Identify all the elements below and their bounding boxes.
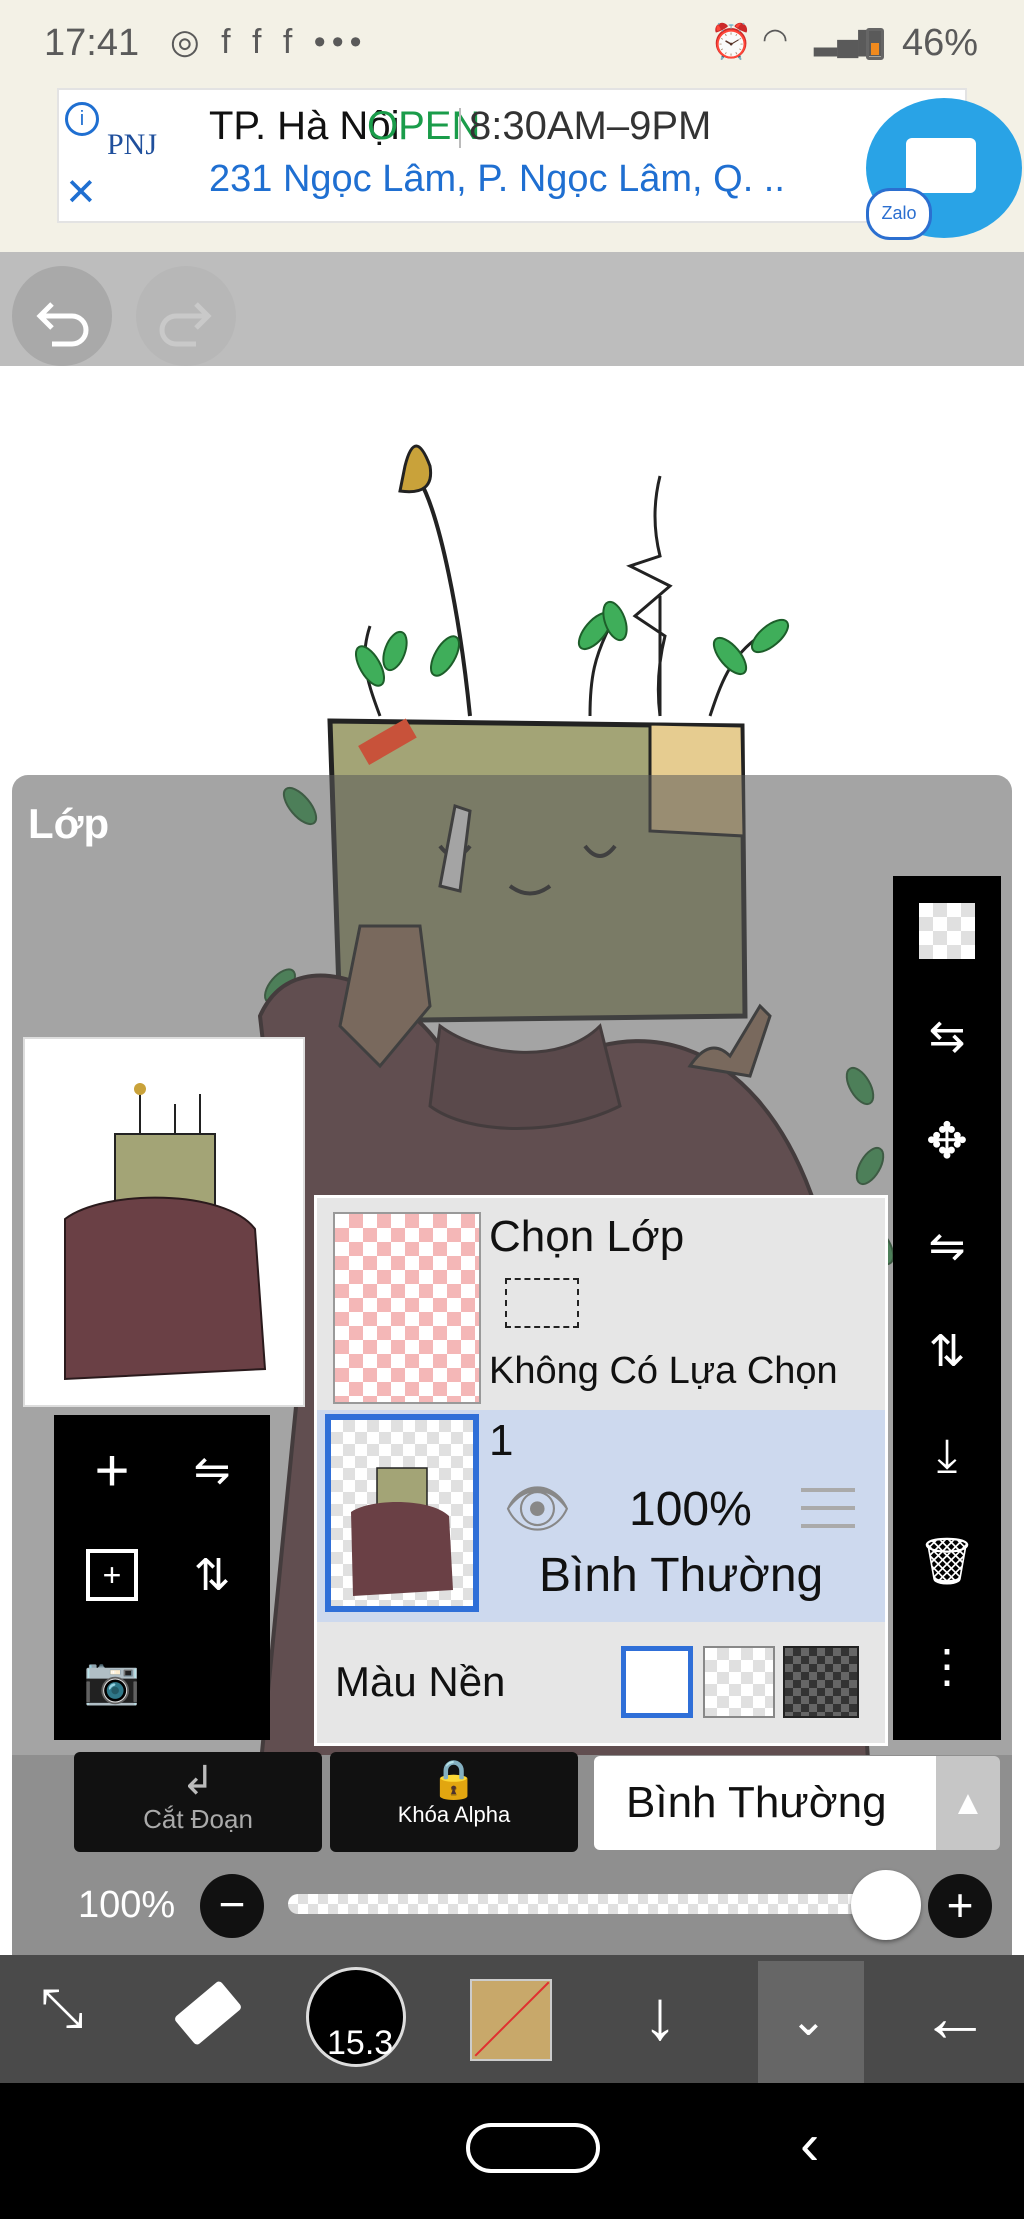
brand-logo: PNJ	[107, 128, 158, 161]
swap-icon[interactable]: ⇆	[893, 986, 1001, 1086]
opacity-label: 100%	[78, 1884, 176, 1926]
app-icon	[906, 138, 976, 193]
clock: 17:41	[44, 22, 140, 64]
undo-icon	[36, 302, 89, 347]
back-button[interactable]: ‹	[800, 2111, 819, 2178]
clip-button[interactable]: ↲ Cắt Đoạn	[74, 1752, 322, 1852]
bg-transparent-option[interactable]	[703, 1646, 775, 1718]
layer-toggle-button[interactable]: ⌄	[758, 1961, 864, 2083]
redo-icon	[159, 302, 212, 347]
zalo-bubble[interactable]: Zalo	[866, 98, 1022, 240]
transparency-icon[interactable]	[893, 881, 1001, 981]
selection-icon	[505, 1278, 579, 1328]
bg-dark-option[interactable]	[783, 1646, 859, 1718]
opacity-slider[interactable]	[288, 1894, 886, 1914]
blend-mode-value: Bình Thường	[626, 1778, 887, 1827]
battery-icon	[866, 28, 884, 60]
opacity-decrease-button[interactable]: −	[200, 1874, 264, 1938]
zalo-badge: Zalo	[866, 188, 932, 240]
duplicate-icon: +	[86, 1549, 138, 1601]
flip-vertical-icon[interactable]: ⇅	[893, 1301, 1001, 1401]
layer-thumbnail	[325, 1414, 479, 1612]
flip-layer-button[interactable]: ⇋	[162, 1420, 262, 1520]
system-nav-bar: ‹	[0, 2083, 1024, 2219]
ad-status: OPEN	[367, 104, 481, 148]
alarm-icon: ⏰	[710, 23, 753, 61]
add-layer-button[interactable]: +	[62, 1420, 162, 1520]
top-toolbar	[0, 252, 1024, 366]
alpha-lock-button[interactable]: 🔒 Khóa Alpha	[330, 1752, 578, 1852]
ad-address[interactable]: 231 Ngọc Lâm, P. Ngọc Lâm, Q. ..	[209, 158, 785, 201]
status-bar: 17:41 ◎ f f f ••• ⏰ ◠ ▂▄▆ 46%	[0, 0, 1024, 88]
camera-icon[interactable]: 📷	[62, 1630, 162, 1730]
opacity-increase-button[interactable]: +	[928, 1874, 992, 1938]
wifi-icon: ◠	[762, 23, 789, 56]
arrow-down-icon[interactable]: ↓	[620, 1975, 700, 2065]
layer-actions: + ⇋ + ⇅ 📷	[54, 1415, 270, 1740]
duplicate-layer-button[interactable]: +	[62, 1525, 162, 1625]
move-icon[interactable]: ✥	[893, 1091, 1001, 1191]
background-label: Màu Nền	[335, 1658, 506, 1705]
flip-horizontal-icon[interactable]: ⇋	[893, 1196, 1001, 1296]
info-icon[interactable]: i	[65, 102, 99, 136]
blend-dropdown-button[interactable]: ▲	[936, 1756, 1000, 1850]
battery-percent: 46%	[902, 22, 979, 64]
brush-size-value: 15.3	[327, 2024, 394, 2062]
chevron-double-down-icon: ⌄	[790, 1996, 827, 2045]
back-arrow-icon[interactable]: ←	[910, 1977, 1000, 2067]
clip-label: Cắt Đoạn	[143, 1804, 253, 1834]
panel-title: Lớp	[28, 800, 110, 847]
drag-handle-icon[interactable]	[801, 1488, 855, 1528]
trash-icon[interactable]: 🗑	[893, 1511, 1001, 1611]
more-icon[interactable]: ⋮	[893, 1616, 1001, 1716]
clip-icon: ↲	[181, 1759, 215, 1803]
bg-white-option[interactable]	[621, 1646, 693, 1718]
layer-tools: ⇆ ✥ ⇋ ⇅ ⤓ 🗑 ⋮	[893, 876, 1001, 1740]
divider	[459, 108, 461, 148]
opacity-slider-thumb[interactable]	[851, 1870, 921, 1940]
canvas-preview[interactable]	[23, 1037, 305, 1407]
preview-art	[64, 1083, 267, 1381]
eraser-icon[interactable]	[168, 1979, 252, 2055]
background-row: Màu Nền	[317, 1626, 885, 1736]
color-swatch[interactable]	[470, 1979, 552, 2061]
brush-size-button[interactable]: 15.3	[306, 1967, 406, 2067]
merge-down-icon[interactable]: ⤓	[893, 1406, 1001, 1506]
ad-hours: 8:30AM–9PM	[469, 104, 712, 148]
ad-banner[interactable]: i ✕ PNJ TP. Hà Nội OPEN 8:30AM–9PM 231 N…	[57, 88, 967, 223]
close-icon[interactable]: ✕	[65, 170, 97, 215]
selection-title: Chọn Lớp	[489, 1212, 685, 1261]
bottom-toolbar: ⤡ 15.3 ↓ ⌄ ←	[0, 1955, 1024, 2083]
blend-mode-select[interactable]: Bình Thường	[594, 1756, 936, 1850]
undo-button[interactable]	[12, 266, 112, 366]
layer-name: 1	[489, 1416, 514, 1465]
layer-blend-mode: Bình Thường	[539, 1549, 824, 1602]
selection-thumbnail	[333, 1212, 481, 1404]
selection-subtitle: Không Có Lựa Chọn	[489, 1350, 838, 1392]
layer-row[interactable]: 1 👁 100% Bình Thường	[317, 1410, 885, 1622]
eye-icon[interactable]: 👁	[503, 1478, 572, 1541]
home-button[interactable]	[466, 2123, 600, 2173]
alpha-lock-label: Khóa Alpha	[397, 1802, 511, 1827]
layer-art	[351, 1467, 453, 1596]
flip-vertical-button[interactable]: ⇅	[162, 1525, 262, 1625]
transform-tool-icon[interactable]: ⤡	[20, 1977, 104, 2061]
lock-icon: 🔒	[430, 1759, 478, 1801]
selection-layer-row[interactable]: Chọn Lớp Không Có Lựa Chọn	[317, 1198, 885, 1408]
layer-list: Chọn Lớp Không Có Lựa Chọn 1 👁 100% Bình…	[314, 1195, 888, 1746]
redo-button[interactable]	[136, 266, 236, 366]
layer-opacity: 100%	[629, 1483, 752, 1536]
notification-icons: ◎ f f f •••	[170, 23, 368, 61]
